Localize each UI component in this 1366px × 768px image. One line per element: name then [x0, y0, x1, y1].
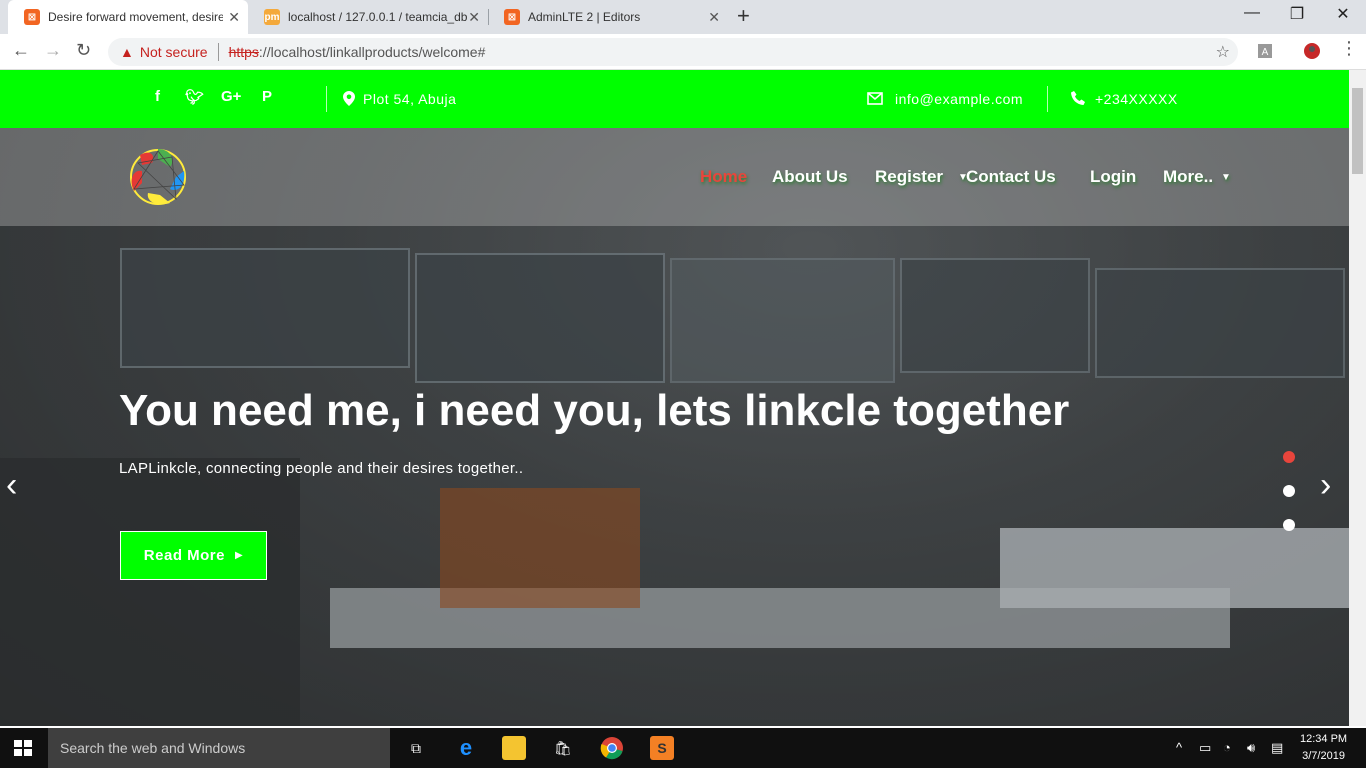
background-shelf — [670, 258, 895, 383]
bookmark-star-icon[interactable]: ☆ — [1216, 42, 1230, 62]
close-tab-icon[interactable]: ✕ — [468, 9, 480, 26]
address-bar[interactable]: ▲ Not secure https ://localhost/linkallp… — [108, 38, 1238, 66]
twitter-icon[interactable]: 🐦︎ — [185, 88, 204, 106]
background-shelf — [415, 253, 665, 383]
background-shelf — [900, 258, 1090, 373]
web-page: f 🐦︎ G+ P Plot 54, Abuja info@example.co… — [0, 70, 1349, 726]
page-scrollbar[interactable] — [1349, 70, 1366, 726]
url-scheme: https — [228, 44, 259, 60]
carousel-indicator[interactable] — [1283, 519, 1295, 531]
read-more-button[interactable]: Read More ▶ — [120, 531, 267, 580]
nav-about-us[interactable]: About Us — [772, 167, 848, 187]
carousel-indicator[interactable] — [1283, 485, 1295, 497]
scrollbar-thumb[interactable] — [1352, 88, 1363, 174]
battery-icon[interactable]: ▭ — [1199, 740, 1211, 756]
new-tab-button[interactable]: + — [737, 3, 750, 29]
sublime-text-icon[interactable]: S — [650, 736, 674, 760]
notifications-icon[interactable]: ▤ — [1271, 740, 1283, 756]
close-tab-icon[interactable]: ✕ — [708, 9, 720, 26]
background-people — [0, 458, 300, 726]
address-text: Plot 54, Abuja — [363, 91, 457, 107]
nav-home[interactable]: Home — [700, 167, 747, 187]
reload-icon[interactable]: ↻ — [76, 40, 91, 61]
close-window-icon[interactable]: ✕ — [1333, 4, 1353, 24]
google-plus-icon[interactable]: G+ — [221, 88, 241, 105]
top-contact-bar: f 🐦︎ G+ P Plot 54, Abuja info@example.co… — [0, 70, 1349, 128]
edge-icon[interactable]: e — [454, 735, 478, 760]
hero-subline: LAPLinkcle, connecting people and their … — [119, 460, 524, 477]
divider — [1047, 86, 1048, 112]
hero-headline: You need me, i need you, lets linkcle to… — [119, 386, 1070, 435]
nav-login[interactable]: Login — [1090, 167, 1136, 187]
warning-icon: ▲ — [120, 44, 134, 60]
volume-icon[interactable]: 🔊︎ — [1247, 740, 1255, 756]
nav-contact-us[interactable]: Contact Us — [966, 167, 1056, 187]
forward-icon[interactable]: → — [44, 40, 62, 61]
pdf-extension-icon[interactable]: A — [1257, 43, 1273, 59]
nav-more[interactable]: More.. — [1163, 167, 1213, 187]
map-marker-icon — [343, 91, 355, 106]
back-icon[interactable]: ← — [12, 40, 30, 61]
close-tab-icon[interactable]: ✕ — [228, 9, 240, 26]
chevron-down-icon: ▼ — [1221, 172, 1231, 183]
pinterest-icon[interactable]: P — [262, 88, 272, 105]
divider — [326, 86, 327, 112]
svg-text:A: A — [1262, 47, 1269, 58]
menu-icon[interactable]: ⋮ — [1340, 38, 1358, 59]
caret-right-icon: ▶ — [234, 550, 244, 561]
site-logo[interactable] — [126, 145, 190, 209]
nav-register[interactable]: Register — [875, 167, 943, 187]
clock-date: 3/7/2019 — [1302, 750, 1345, 762]
carousel-indicator[interactable] — [1283, 451, 1295, 463]
background-counter — [1000, 528, 1349, 608]
maximize-icon[interactable]: ❐ — [1287, 4, 1307, 24]
tab-title: Desire forward movement, desire — [48, 10, 223, 24]
email-link[interactable]: info@example.com — [895, 91, 1023, 107]
file-explorer-icon[interactable] — [502, 736, 526, 760]
clock-time: 12:34 PM — [1300, 733, 1348, 745]
xampp-icon: ⊠ — [24, 9, 40, 25]
omnibox-divider — [217, 43, 219, 61]
facebook-icon[interactable]: f — [155, 88, 160, 105]
tab-title: localhost / 127.0.0.1 / teamcia_db — [288, 10, 468, 24]
carousel-prev-icon[interactable]: ‹ — [6, 466, 17, 505]
tab-title: AdminLTE 2 | Editors — [528, 10, 641, 24]
profile-avatar-icon[interactable] — [1304, 43, 1320, 59]
background-shelf — [1095, 268, 1345, 378]
phpmyadmin-icon: pm — [264, 9, 280, 25]
phone-text: +234XXXXX — [1095, 91, 1178, 107]
security-label[interactable]: Not secure — [140, 44, 208, 60]
envelope-icon — [867, 92, 883, 105]
site-header: Home About Us Register ▼ Contact Us Logi… — [0, 128, 1349, 226]
background-people — [440, 488, 640, 608]
tab-desire[interactable]: ⊠ Desire forward movement, desire ✕ — [8, 0, 248, 34]
tab-phpmyadmin[interactable]: pm localhost / 127.0.0.1 / teamcia_db ✕ — [248, 0, 488, 34]
carousel-next-icon[interactable]: › — [1320, 466, 1331, 505]
network-icon[interactable]: ◔ — [1223, 740, 1231, 755]
chrome-icon[interactable] — [600, 736, 624, 760]
task-view-icon[interactable]: ⧉ — [404, 736, 428, 760]
windows-taskbar: Search the web and Windows ⧉ e 🛍︎ S ^ ▭ … — [0, 728, 1366, 768]
system-clock[interactable]: 12:34 PM 3/7/2019 — [1300, 731, 1347, 765]
windows-start-icon[interactable] — [14, 740, 32, 756]
tab-adminlte[interactable]: ⊠ AdminLTE 2 | Editors ✕ — [488, 0, 728, 34]
browser-toolbar: ← → ↻ ▲ Not secure https ://localhost/li… — [0, 34, 1366, 70]
read-more-label: Read More — [143, 547, 225, 564]
hero-carousel: Home About Us Register ▼ Contact Us Logi… — [0, 128, 1349, 726]
store-icon[interactable]: 🛍︎ — [551, 736, 575, 760]
tab-strip: ⊠ Desire forward movement, desire ✕ pm l… — [0, 0, 1366, 34]
xampp-icon: ⊠ — [504, 9, 520, 25]
background-shelf — [120, 248, 410, 368]
phone-icon — [1071, 91, 1085, 105]
url-path: ://localhost/linkallproducts/welcome# — [258, 44, 486, 60]
taskbar-search-input[interactable]: Search the web and Windows — [48, 728, 390, 768]
minimize-icon[interactable]: — — [1242, 4, 1262, 22]
show-hidden-icons-icon[interactable]: ^ — [1176, 740, 1182, 755]
